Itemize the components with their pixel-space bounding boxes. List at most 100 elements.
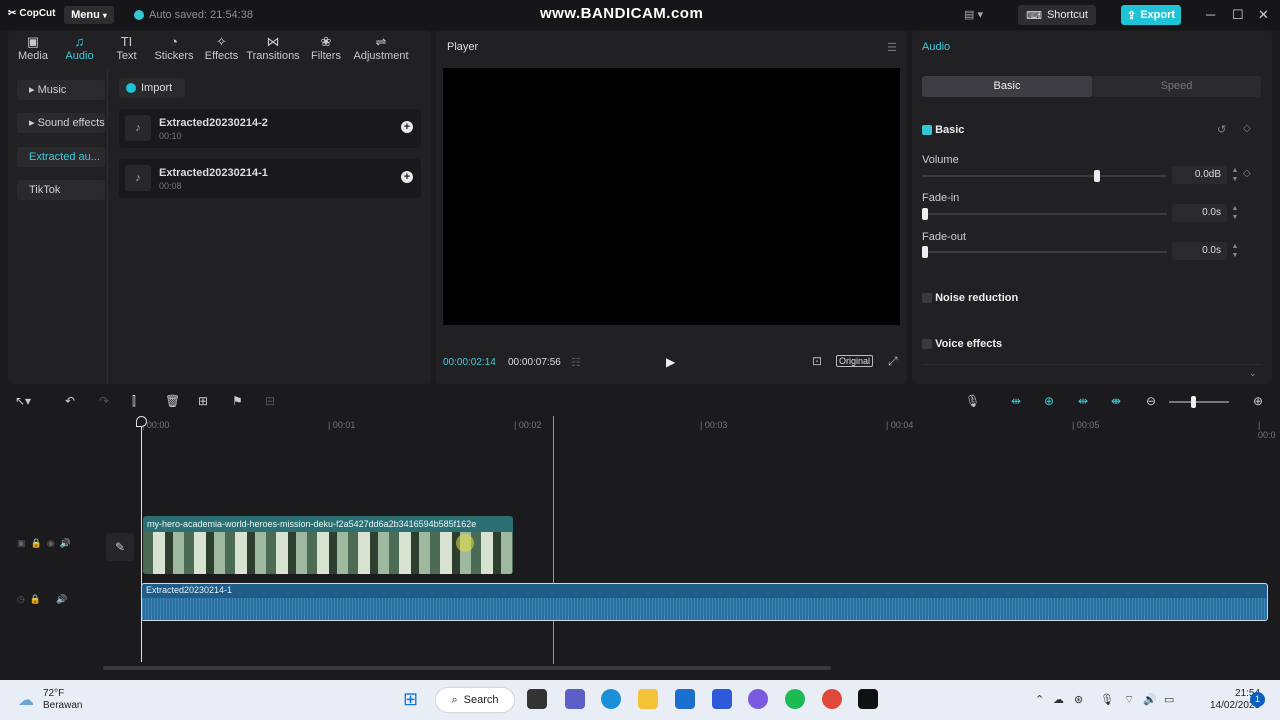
- fadein-field[interactable]: 0.0s: [1172, 204, 1227, 222]
- volume-field[interactable]: 0.0dB: [1172, 166, 1227, 184]
- reset-icon[interactable]: ↺: [1217, 123, 1226, 136]
- capcut-taskbar-icon[interactable]: [858, 689, 878, 709]
- edge-icon[interactable]: [601, 689, 621, 709]
- network-icon[interactable]: ⊛: [1074, 693, 1083, 706]
- chevron-up-icon[interactable]: ⌃: [1035, 693, 1044, 706]
- hamburger-icon[interactable]: ☰: [887, 41, 897, 54]
- sidebar-item-sound-effects[interactable]: ▸ Sound effects: [17, 113, 105, 133]
- zoom-out-icon[interactable]: ⊖: [1146, 394, 1156, 408]
- fullscreen-icon[interactable]: ⤢: [888, 354, 898, 369]
- taskbar-search[interactable]: ⌕ Search: [435, 687, 515, 713]
- tab-basic[interactable]: Basic: [922, 76, 1092, 97]
- select-cursor-icon[interactable]: ↖▾: [15, 394, 31, 408]
- time-ruler[interactable]: | 00:00 | 00:01 | 00:02 | 00:03 | 00:04 | 00:…: [8, 416, 1276, 440]
- close-icon[interactable]: ✕: [1258, 7, 1269, 23]
- sidebar-item-music[interactable]: ▸ Music: [17, 80, 105, 100]
- export-button[interactable]: ⇪ Export: [1121, 5, 1181, 25]
- freeze-icon[interactable]: ⊞: [198, 394, 208, 408]
- file-explorer-icon[interactable]: [638, 689, 658, 709]
- list-icon[interactable]: ☷: [571, 356, 581, 369]
- wifi-icon[interactable]: ⌔: [1124, 693, 1134, 707]
- magnet-icon[interactable]: ⊕: [1044, 394, 1054, 408]
- speaker-icon[interactable]: 🔊: [60, 538, 71, 548]
- track-icon[interactable]: ▣: [17, 538, 26, 548]
- microphone-icon[interactable]: 🎙: [965, 394, 980, 408]
- tab-effects[interactable]: ✧ Effects: [198, 31, 245, 67]
- menu-button[interactable]: Menu ▾: [64, 6, 114, 24]
- stepper-icon[interactable]: ▲ ▼: [1230, 204, 1240, 222]
- ratio-button[interactable]: Original: [836, 355, 874, 367]
- sidebar-item-tiktok[interactable]: TikTok: [17, 180, 105, 200]
- stepper-icon[interactable]: ▲ ▼: [1230, 242, 1240, 260]
- windows-start-icon[interactable]: ⊞: [403, 689, 418, 710]
- minimize-icon[interactable]: ─: [1206, 7, 1215, 22]
- slider-handle[interactable]: [1093, 170, 1100, 182]
- tab-adjustment[interactable]: ⇌ Adjustment: [351, 31, 411, 67]
- fit-screen-icon[interactable]: ⊡: [812, 354, 822, 368]
- lock-icon[interactable]: 🔒: [31, 538, 42, 548]
- volume-icon[interactable]: 🔊: [1143, 693, 1157, 706]
- snap-icon[interactable]: ⇹: [1078, 394, 1088, 408]
- app-icon[interactable]: [712, 689, 732, 709]
- preview-axis-icon[interactable]: ⇼: [1111, 394, 1121, 408]
- timeline[interactable]: | 00:00 | 00:01 | 00:02 | 00:03 | 00:04 | 00:…: [8, 416, 1276, 678]
- battery-icon[interactable]: ▭: [1164, 693, 1174, 706]
- microphone-icon[interactable]: 🎙: [1100, 693, 1114, 706]
- task-view-icon[interactable]: [527, 689, 547, 709]
- zoom-in-icon[interactable]: ⊕: [1253, 394, 1263, 408]
- weather-widget[interactable]: 72°F Berawan: [43, 688, 82, 712]
- slider-handle[interactable]: [922, 246, 928, 258]
- video-preview[interactable]: [443, 68, 900, 325]
- tab-speed[interactable]: Speed: [1092, 76, 1261, 97]
- lock-icon[interactable]: 🔒: [30, 594, 41, 604]
- audio-clip[interactable]: Extracted20230214-1: [141, 583, 1268, 621]
- tab-transitions[interactable]: ⋈ Transitions: [245, 31, 301, 67]
- delete-icon[interactable]: 🗑: [165, 394, 180, 408]
- chrome-icon[interactable]: [822, 689, 842, 709]
- undo-icon[interactable]: ↶: [65, 394, 75, 408]
- shortcut-button[interactable]: ⌨ Shortcut: [1018, 5, 1096, 25]
- stepper-icon[interactable]: ▲ ▼: [1230, 166, 1240, 184]
- teams-icon[interactable]: [565, 689, 585, 709]
- keyframe-icon[interactable]: ◇: [1243, 168, 1251, 179]
- horizontal-scrollbar[interactable]: [103, 666, 831, 670]
- marker-icon[interactable]: ⚑: [232, 394, 243, 408]
- notification-badge[interactable]: 1: [1250, 692, 1265, 707]
- keyframe-icon[interactable]: ◇: [1243, 123, 1251, 134]
- tab-media[interactable]: ▣ Media: [10, 31, 56, 67]
- voice-checkbox[interactable]: [922, 339, 932, 350]
- audio-track-icon[interactable]: ◷: [17, 594, 25, 604]
- tab-text[interactable]: TI Text: [103, 31, 150, 67]
- add-icon[interactable]: +: [401, 171, 413, 183]
- speaker-icon[interactable]: 🔊: [56, 594, 67, 604]
- fadeout-slider[interactable]: [922, 246, 1167, 258]
- maximize-icon[interactable]: ☐: [1232, 7, 1244, 23]
- tab-filters[interactable]: ❀ Filters: [301, 31, 351, 67]
- crop-icon[interactable]: ⊟: [265, 394, 275, 408]
- split-icon[interactable]: ⫿: [132, 394, 136, 409]
- play-icon[interactable]: ▶: [666, 355, 675, 369]
- tab-audio[interactable]: ♫ Audio: [56, 31, 103, 67]
- slider-handle[interactable]: [1191, 396, 1196, 408]
- audio-file-item[interactable]: ♪ Extracted20230214-1 00:08 +: [119, 159, 421, 198]
- mail-icon[interactable]: [675, 689, 695, 709]
- copilot-icon[interactable]: [748, 689, 768, 709]
- onedrive-icon[interactable]: ☁: [1053, 693, 1064, 706]
- redo-icon[interactable]: ↷: [99, 394, 109, 408]
- noise-checkbox[interactable]: [922, 293, 932, 304]
- layout-icon[interactable]: ▤ ▾: [964, 8, 983, 21]
- cloud-icon[interactable]: ☁: [18, 690, 34, 710]
- audio-file-item[interactable]: ♪ Extracted20230214-2 00:10 +: [119, 109, 421, 148]
- volume-slider[interactable]: [922, 170, 1167, 182]
- sidebar-item-extracted-audio[interactable]: Extracted au...: [17, 147, 105, 167]
- edit-cover-icon[interactable]: ✎: [106, 533, 134, 561]
- spotify-icon[interactable]: [785, 689, 805, 709]
- import-button[interactable]: Import: [119, 78, 185, 98]
- basic-checkbox[interactable]: [922, 125, 932, 136]
- add-icon[interactable]: +: [401, 121, 413, 133]
- fadeout-field[interactable]: 0.0s: [1172, 242, 1227, 260]
- eye-icon[interactable]: ◉: [47, 538, 55, 548]
- tab-stickers[interactable]: ◔ Stickers: [150, 31, 198, 67]
- fadein-slider[interactable]: [922, 208, 1167, 220]
- link-icon[interactable]: ⇹: [1011, 394, 1021, 408]
